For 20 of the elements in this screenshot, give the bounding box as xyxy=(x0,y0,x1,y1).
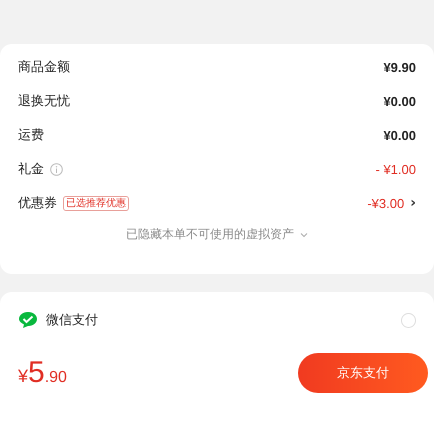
fee-label: 优惠券 xyxy=(18,195,57,212)
hidden-assets-note[interactable]: 已隐藏本单不可使用的虚拟资产 xyxy=(126,226,294,243)
total-price: ¥5.90 xyxy=(18,356,67,390)
chevron-icon[interactable]: › xyxy=(410,195,416,211)
coupon-tag: 已选推荐优惠 xyxy=(63,196,129,210)
fee-value: ¥0.00 xyxy=(383,94,416,108)
fee-value: ¥0.00 xyxy=(383,128,416,142)
fee-value: -¥3.00 xyxy=(367,196,404,210)
fee-label: 礼金 xyxy=(18,161,44,178)
chat-bubble-icon xyxy=(18,311,38,329)
fee-value: - ¥1.00 xyxy=(376,162,416,176)
fee-label: 商品金额 xyxy=(18,59,70,76)
fee-value: ¥9.90 xyxy=(383,60,416,74)
caret-icon[interactable] xyxy=(300,232,308,238)
fee-label: 退换无忧 xyxy=(18,93,70,110)
payment-method: 微信支付 xyxy=(46,312,99,329)
info-icon[interactable] xyxy=(50,162,63,176)
radio-button[interactable] xyxy=(401,312,416,328)
fee-label: 运费 xyxy=(18,127,44,144)
pay-button[interactable]: 京东支付 xyxy=(298,353,428,393)
